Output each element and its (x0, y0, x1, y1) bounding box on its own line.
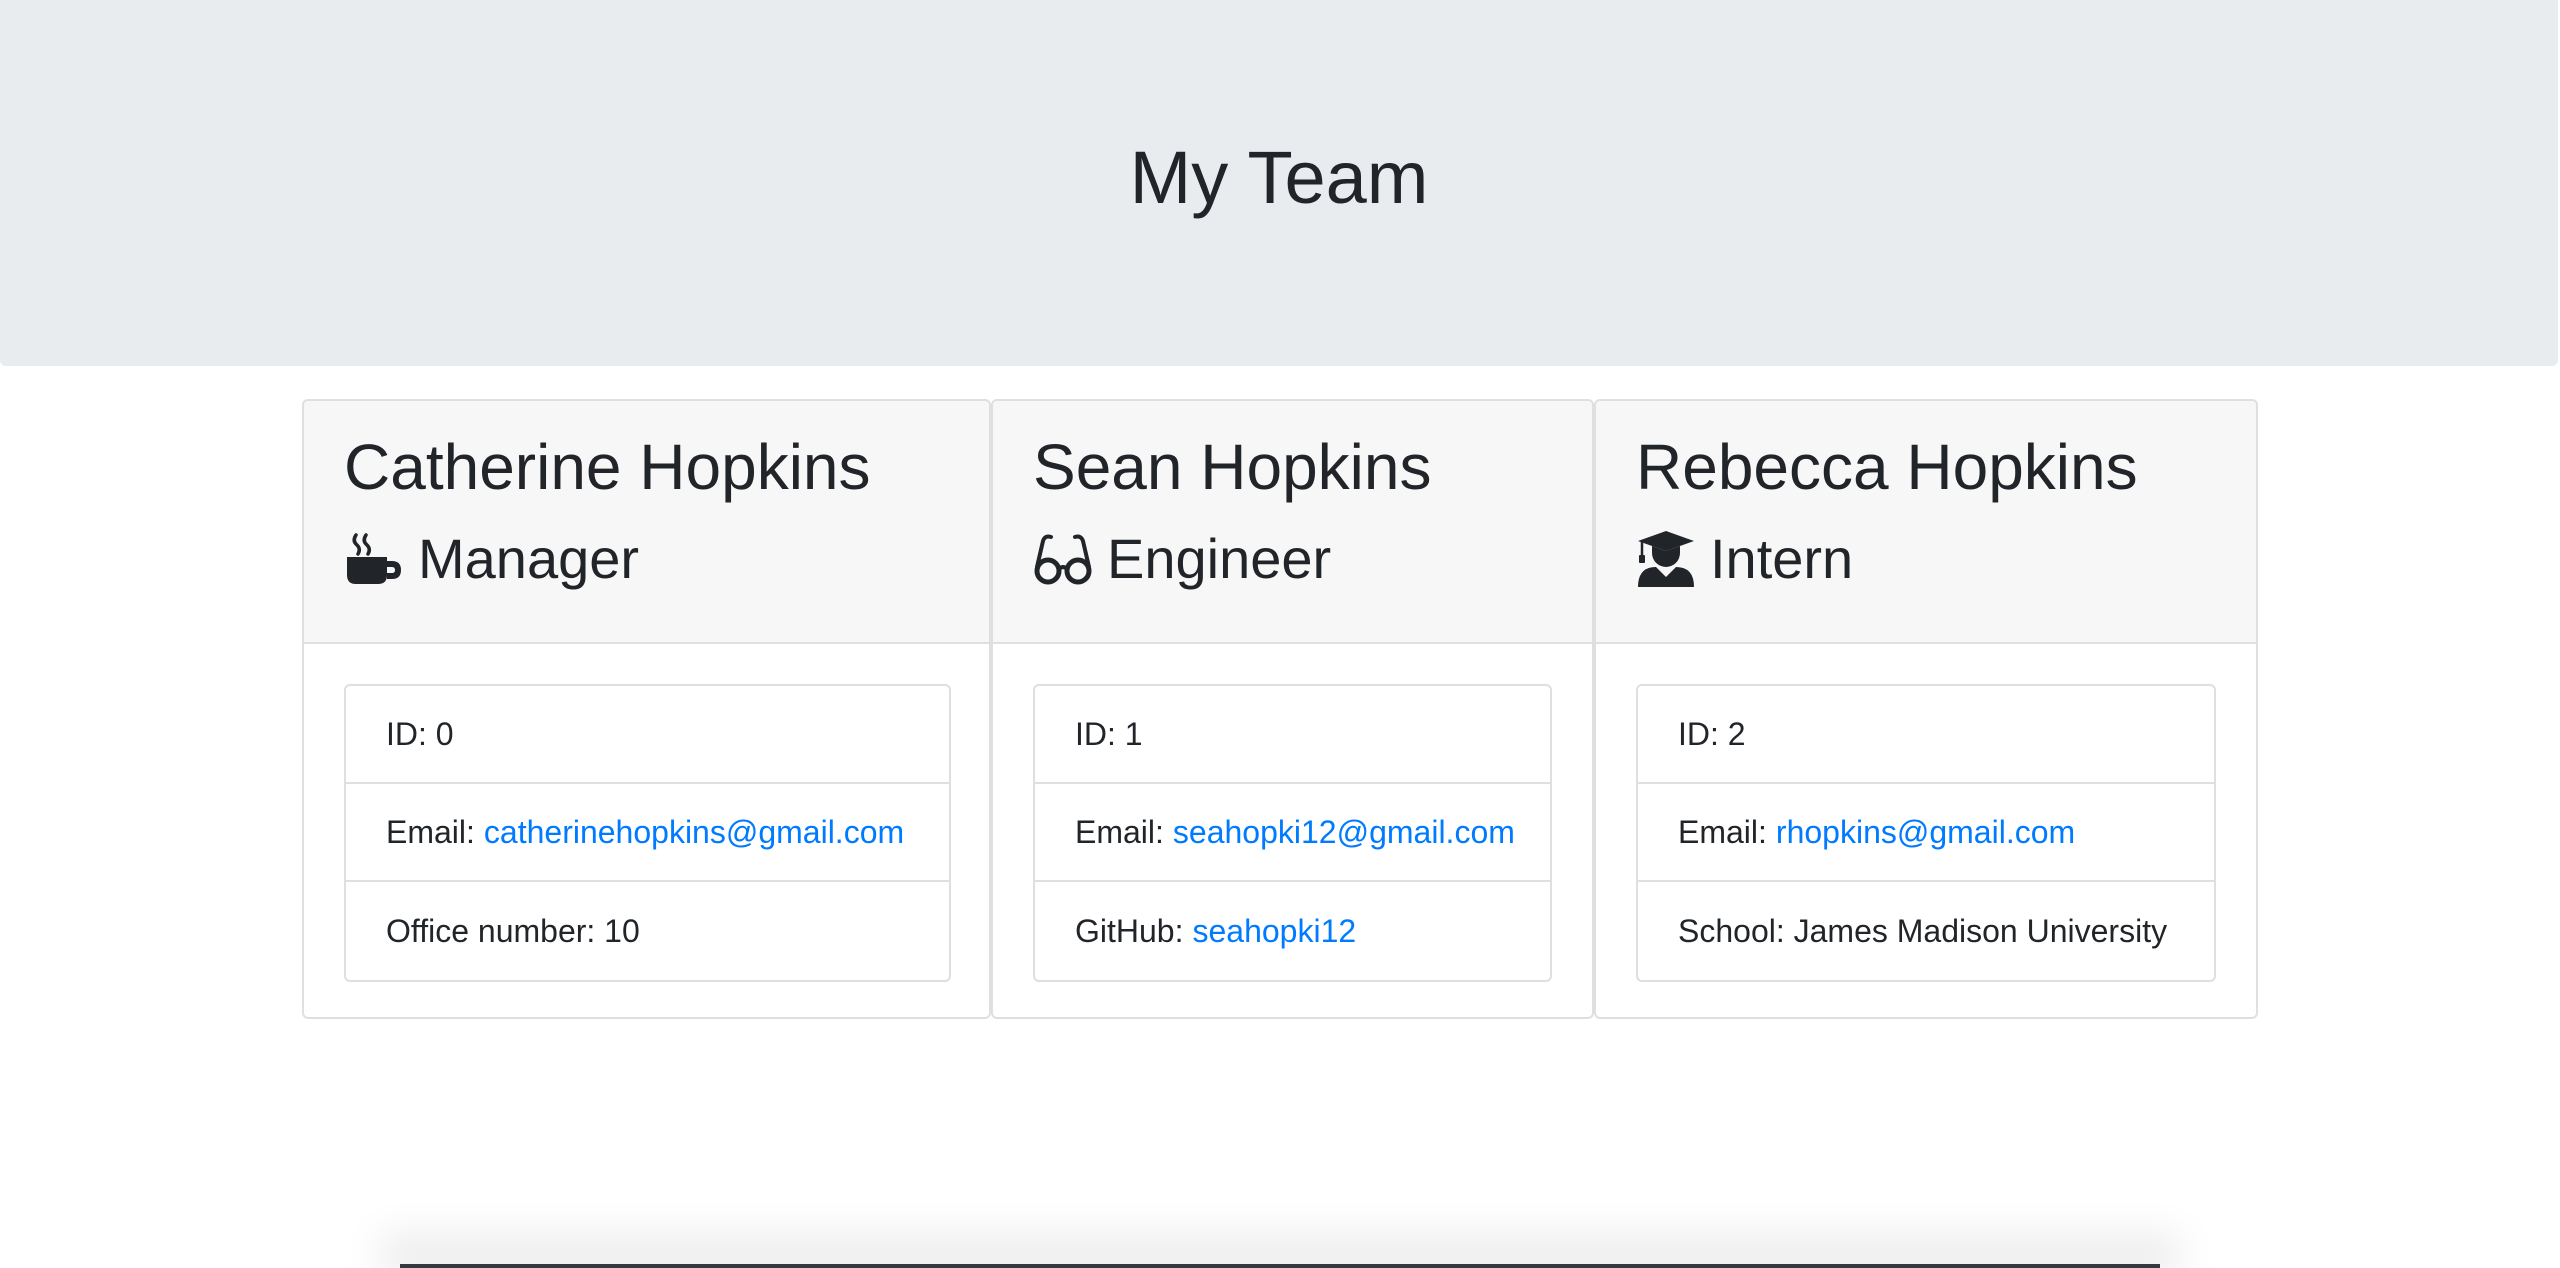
github-label: GitHub: (1075, 912, 1184, 949)
coffee-mug-icon (344, 529, 404, 589)
employee-name: Rebecca Hopkins (1636, 431, 2138, 503)
glasses-icon (1033, 529, 1093, 589)
graduate-icon (1636, 529, 1696, 589)
employee-details-list: ID: 1 Email: seahopki12@gmail.com GitHub… (1033, 684, 1552, 982)
email-label: Email: (1678, 813, 1767, 850)
bottom-overlay-edge (400, 1264, 2160, 1268)
id-text: ID: 2 (1678, 715, 1746, 752)
page-header: My Team (0, 0, 2558, 366)
list-item-github: GitHub: seahopki12 (1035, 882, 1550, 980)
employee-details-list: ID: 2 Email: rhopkins@gmail.com School: … (1636, 684, 2216, 982)
email-link[interactable]: seahopki12@gmail.com (1173, 814, 1515, 851)
id-text: ID: 0 (386, 715, 454, 752)
role-label: Intern (1710, 527, 1854, 590)
employee-name: Sean Hopkins (1033, 431, 1432, 503)
team-card-manager: Catherine Hopkins Manager ID: 0 Email: c… (302, 399, 991, 1019)
role-label: Engineer (1107, 527, 1332, 590)
email-link[interactable]: catherinehopkins@gmail.com (484, 814, 904, 851)
card-header: Rebecca Hopkins Intern (1596, 401, 2256, 644)
card-header: Sean Hopkins Engineer (993, 401, 1592, 644)
email-label: Email: (1075, 813, 1164, 850)
github-link[interactable]: seahopki12 (1192, 913, 1356, 950)
role-label: Manager (418, 527, 640, 590)
list-item-email: Email: rhopkins@gmail.com (1638, 784, 2214, 882)
school-text: School: James Madison University (1678, 912, 2168, 949)
list-item-id: ID: 2 (1638, 686, 2214, 784)
team-card-engineer: Sean Hopkins Engineer ID: 1 Email: seaho… (991, 399, 1594, 1019)
email-link[interactable]: rhopkins@gmail.com (1776, 814, 2075, 851)
employee-role: Manager (344, 523, 639, 595)
id-text: ID: 1 (1075, 715, 1143, 752)
card-header: Catherine Hopkins Manager (304, 401, 989, 644)
list-item-email: Email: catherinehopkins@gmail.com (346, 784, 949, 882)
employee-details-list: ID: 0 Email: catherinehopkins@gmail.com … (344, 684, 951, 982)
employee-role: Intern (1636, 523, 1853, 595)
employee-role: Engineer (1033, 523, 1331, 595)
team-card-intern: Rebecca Hopkins Intern ID: 2 Email: rhop… (1594, 399, 2258, 1019)
list-item-id: ID: 1 (1035, 686, 1550, 784)
employee-name: Catherine Hopkins (344, 431, 871, 503)
office-number-text: Office number: 10 (386, 912, 640, 949)
page-title: My Team (1129, 136, 1429, 219)
list-item-id: ID: 0 (346, 686, 949, 784)
list-item-email: Email: seahopki12@gmail.com (1035, 784, 1550, 882)
list-item-office: Office number: 10 (346, 882, 949, 980)
list-item-school: School: James Madison University (1638, 882, 2214, 980)
email-label: Email: (386, 813, 475, 850)
